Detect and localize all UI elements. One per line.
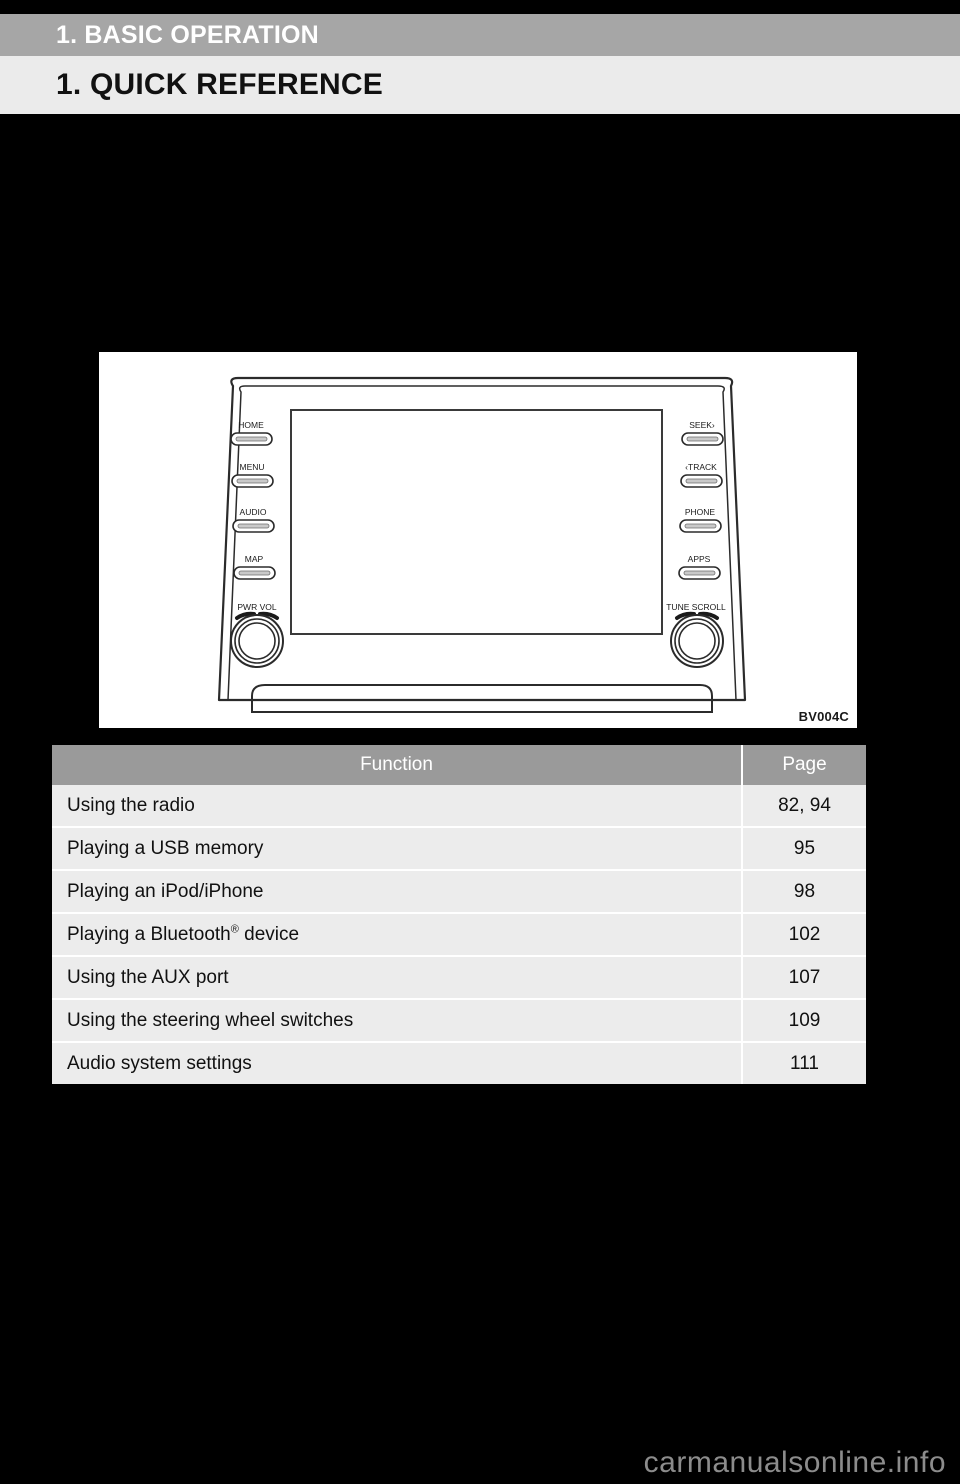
console-tray: [251, 684, 713, 713]
cell-function: Audio system settings: [52, 1042, 743, 1084]
chapter-title: 1. BASIC OPERATION: [56, 20, 319, 49]
left-knob-label: PWR VOL: [237, 602, 276, 612]
quick-reference-table: Function Page Using the radio 82, 94 Pla…: [52, 745, 866, 1084]
right-knob-label: TUNE SCROLL: [666, 602, 726, 612]
right-button-phone[interactable]: [679, 519, 722, 533]
table-header-row: Function Page: [52, 745, 866, 785]
page-title: 1. QUICK REFERENCE: [56, 68, 383, 101]
head-unit-drawing: HOME MENU AUDIO MAP PWR VOL SEEK› ‹TRACK…: [217, 376, 747, 713]
cell-page: 98: [742, 870, 866, 914]
table-row[interactable]: Playing a USB memory 95: [52, 827, 866, 871]
chapter-bar: 1. BASIC OPERATION: [0, 14, 960, 56]
right-button-apps[interactable]: [678, 566, 721, 580]
left-button-audio[interactable]: [232, 519, 275, 533]
table-row[interactable]: Playing an iPod/iPhone 98: [52, 870, 866, 914]
cell-page: 109: [742, 999, 866, 1043]
table-row[interactable]: Audio system settings 111: [52, 1042, 866, 1084]
left-button-home[interactable]: [230, 432, 273, 446]
head-unit-illustration: HOME MENU AUDIO MAP PWR VOL SEEK› ‹TRACK…: [99, 352, 857, 728]
right-button-label-phone: PHONE: [685, 507, 716, 517]
left-button-label-menu: MENU: [239, 462, 264, 472]
cell-page: 82, 94: [742, 785, 866, 828]
manual-page: 1. BASIC OPERATION 1. QUICK REFERENCE HO…: [0, 0, 960, 1484]
right-button-seek[interactable]: [681, 432, 724, 446]
tune-scroll-knob[interactable]: [670, 611, 724, 668]
table-row[interactable]: Playing a Bluetooth® device 102: [52, 913, 866, 957]
right-button-label-apps: APPS: [688, 554, 711, 564]
section-bar: 1. QUICK REFERENCE: [0, 56, 960, 114]
left-button-label-map: MAP: [245, 554, 264, 564]
right-button-track[interactable]: [680, 474, 723, 488]
registered-trademark-icon: ®: [230, 923, 239, 936]
cell-page: 107: [742, 956, 866, 1000]
cell-function: Using the radio: [52, 785, 743, 828]
cell-function-tail: device: [238, 923, 300, 945]
left-button-map[interactable]: [233, 566, 276, 580]
right-button-label-track: ‹TRACK: [685, 462, 717, 472]
cell-function: Using the AUX port: [52, 956, 743, 1000]
cell-function: Playing a USB memory: [52, 827, 743, 871]
column-header-function: Function: [52, 745, 743, 785]
cell-function: Playing an iPod/iPhone: [52, 870, 743, 914]
cell-page: 95: [742, 827, 866, 871]
column-header-page: Page: [742, 745, 866, 785]
cell-page: 102: [742, 913, 866, 957]
cell-function-text: Playing a Bluetooth: [67, 923, 231, 945]
table-row[interactable]: Using the AUX port 107: [52, 956, 866, 1000]
left-button-label-audio: AUDIO: [240, 507, 267, 517]
cell-function: Using the steering wheel switches: [52, 999, 743, 1043]
pwr-vol-knob[interactable]: [230, 611, 284, 668]
cell-page: 111: [742, 1042, 866, 1084]
site-watermark: carmanualsonline.info: [643, 1446, 946, 1479]
figure-code: BV004C: [798, 709, 849, 724]
right-button-label-seek: SEEK›: [689, 420, 715, 430]
table-row[interactable]: Using the radio 82, 94: [52, 785, 866, 828]
display-screen: [290, 409, 663, 635]
table-row[interactable]: Using the steering wheel switches 109: [52, 999, 866, 1043]
left-button-label-home: HOME: [238, 420, 264, 430]
cell-function: Playing a Bluetooth® device: [52, 913, 743, 957]
left-button-menu[interactable]: [231, 474, 274, 488]
